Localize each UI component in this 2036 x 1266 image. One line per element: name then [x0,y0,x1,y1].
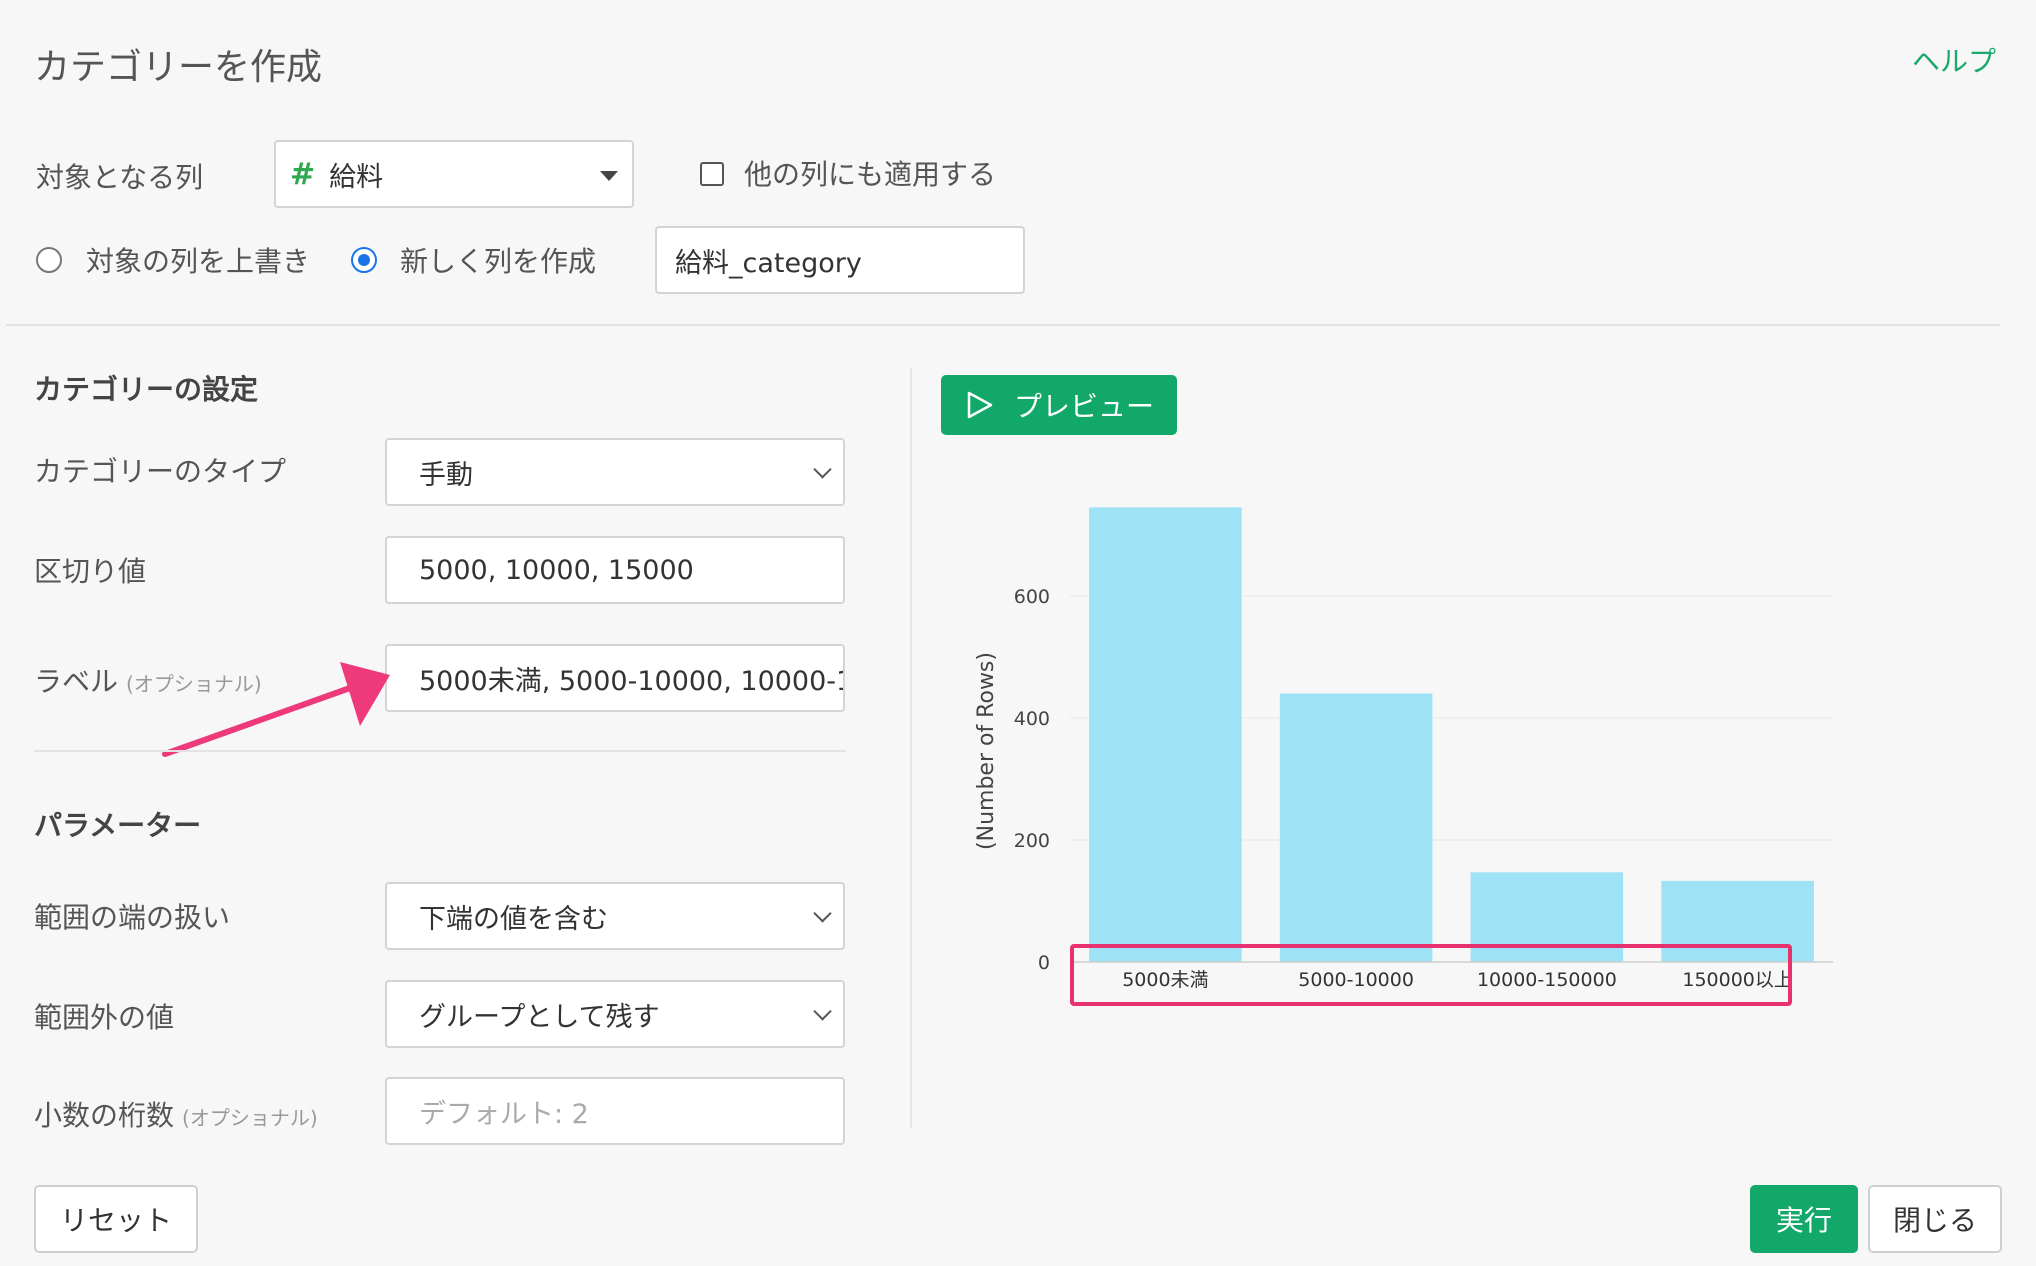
target-column-label: 対象となる列 [36,161,204,194]
run-button[interactable]: 実行 [1750,1185,1858,1253]
breaks-input[interactable]: 5000, 10000, 15000 [385,536,845,604]
parameters-heading: パラメーター [34,809,202,842]
x-tick-label: 5000-10000 [1298,969,1414,991]
reset-button[interactable]: リセット [34,1185,198,1253]
decimal-digits-input[interactable]: デフォルト: 2 [385,1077,845,1145]
y-tick-label: 600 [1014,586,1050,608]
breaks-label: 区切り値 [34,555,147,588]
new-column-name-value: 給料_category [675,247,862,279]
labels-value: 5000未満, 5000-10000, 10000-1 [419,665,845,697]
close-button[interactable]: 閉じる [1868,1185,2002,1253]
apply-other-checkbox[interactable] [700,162,724,186]
create-new-radio[interactable] [351,247,377,273]
section-divider [34,750,846,752]
target-column-select[interactable]: # 給料 [274,140,634,208]
edge-handling-label: 範囲の端の扱い [34,901,231,934]
outside-values-label: 範囲外の値 [34,1001,175,1034]
y-axis-label: (Number of Rows) [974,652,999,850]
y-tick-label: 200 [1014,830,1050,852]
numeric-column-icon: # [290,156,316,192]
edge-handling-value: 下端の値を含む [419,903,608,935]
preview-label: プレビュー [1013,390,1154,423]
decimal-digits-label-text: 小数の桁数 [34,1099,175,1132]
category-type-select[interactable]: 手動 [385,438,845,506]
decimal-digits-optional-text: (オプショナル) [182,1106,318,1130]
help-link[interactable]: ヘルプ [1912,40,1996,80]
edge-handling-select[interactable]: 下端の値を含む [385,882,845,950]
chart-bar [1089,507,1242,962]
overwrite-label: 対象の列を上書き [86,245,311,278]
dialog-title: カテゴリーを作成 [34,47,323,88]
labels-input[interactable]: 5000未満, 5000-10000, 10000-1 [385,644,845,712]
annotation-arrow-icon [162,662,390,757]
chart-bar [1279,693,1433,962]
category-settings-heading: カテゴリーの設定 [34,373,259,406]
decimal-digits-placeholder: デフォルト: 2 [419,1098,589,1130]
breaks-value: 5000, 10000, 15000 [419,554,694,586]
preview-button[interactable]: プレビュー [941,375,1177,435]
target-column-value: 給料 [329,161,384,193]
x-tick-label: 150000以上 [1682,969,1793,991]
overwrite-radio[interactable] [36,247,62,273]
apply-other-label: 他の列にも適用する [744,158,997,191]
x-tick-label: 10000-150000 [1477,969,1617,991]
header-divider [6,324,2000,326]
y-tick-label: 400 [1014,708,1050,730]
play-icon [967,391,993,419]
create-new-label: 新しく列を作成 [400,245,597,278]
y-tick-label: 0 [1038,952,1050,974]
outside-values-value: グループとして残す [419,1001,660,1033]
outside-values-select[interactable]: グループとして残す [385,980,845,1048]
decimal-digits-label: 小数の桁数 (オプショナル) [34,1094,318,1134]
labels-label-text: ラベル [34,665,119,698]
x-tick-label: 5000未満 [1122,969,1208,991]
preview-chart: 0 200 400 600 (Number of Rows) 5000未満 5000-100… [974,507,1833,1006]
chart-bar [1470,872,1624,962]
panel-divider [910,368,912,1128]
new-column-name-input[interactable]: 給料_category [655,226,1025,294]
category-type-label: カテゴリーのタイプ [34,455,287,488]
category-type-value: 手動 [419,459,473,491]
